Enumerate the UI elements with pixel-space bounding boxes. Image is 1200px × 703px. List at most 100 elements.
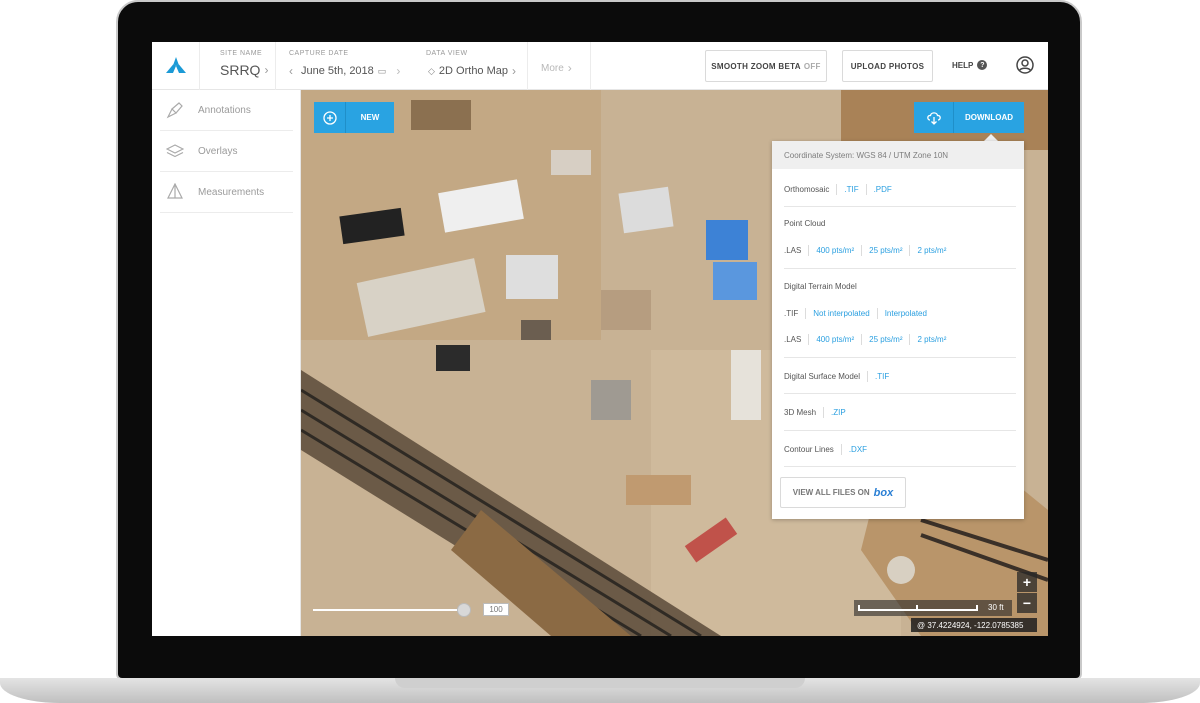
contours-row: Contour Lines .DXF — [784, 444, 867, 455]
orthomosaic-label: Orthomosaic — [784, 185, 830, 194]
download-link-contours-dxf[interactable]: .DXF — [849, 445, 867, 454]
download-button[interactable]: DOWNLOAD — [914, 102, 1024, 133]
zoom-in-button[interactable]: + — [1017, 572, 1037, 592]
scale-tick — [916, 605, 918, 611]
capture-date-value: ‹ June 5th, 2018 ▭ › — [289, 64, 400, 78]
point-cloud-row: .LAS 400 pts/m² 25 pts/m² 2 pts/m² — [784, 245, 946, 256]
new-label: NEW — [360, 113, 380, 122]
download-link-dtm-interpolated[interactable]: Interpolated — [885, 309, 927, 318]
user-account-icon[interactable] — [1016, 56, 1034, 74]
box-logo: box — [873, 486, 894, 499]
sidebar-item-overlays[interactable]: Overlays — [160, 131, 293, 172]
divider — [861, 245, 863, 256]
divider — [784, 430, 1016, 431]
site-name-value: SRRQ › — [220, 62, 268, 78]
divider — [865, 184, 867, 195]
download-link-dtm-las-400[interactable]: 400 pts/m² — [816, 335, 854, 344]
scale-tick — [976, 605, 978, 611]
more-value: More › — [541, 61, 572, 75]
divider — [861, 334, 863, 345]
download-link-las-25[interactable]: 25 pts/m² — [869, 246, 902, 255]
opacity-value[interactable]: 100 — [483, 603, 509, 616]
map-view[interactable]: NEW DOWNLOAD Coordinate System: WGS 84 /… — [301, 90, 1048, 636]
download-link-dtm-las-2[interactable]: 2 pts/m² — [917, 335, 946, 344]
data-view-value: ◇ 2D Ortho Map › — [428, 64, 516, 78]
divider — [876, 308, 878, 319]
help-button[interactable]: HELP ? — [952, 60, 988, 70]
smooth-zoom-state: OFF — [803, 61, 821, 71]
data-view-selector[interactable]: DATA VIEW ◇ 2D Ortho Map › — [426, 42, 526, 90]
capture-date-selector[interactable]: CAPTURE DATE ‹ June 5th, 2018 ▭ › — [289, 42, 409, 90]
divider — [527, 42, 528, 90]
more-label: More — [541, 62, 564, 74]
view-all-files-box-button[interactable]: VIEW ALL FILES ON box — [780, 477, 906, 508]
chevron-left-icon[interactable]: ‹ — [289, 64, 293, 78]
app-logo[interactable] — [152, 42, 200, 90]
download-link-dtm-las-25[interactable]: 25 pts/m² — [869, 335, 902, 344]
orthomosaic-row: Orthomosaic .TIF .PDF — [784, 184, 892, 195]
opacity-slider-track[interactable] — [313, 609, 465, 611]
download-link-pdf[interactable]: .PDF — [874, 185, 892, 194]
mesh-row: 3D Mesh .ZIP — [784, 407, 846, 418]
download-link-dtm-not-interpolated[interactable]: Not interpolated — [813, 309, 869, 318]
help-label: HELP — [952, 60, 974, 70]
laptop-notch — [395, 678, 805, 688]
data-view-label: DATA VIEW — [426, 50, 468, 57]
divider — [805, 308, 807, 319]
site-name: SRRQ — [220, 62, 261, 78]
more-menu[interactable]: More › — [541, 42, 591, 90]
divider — [909, 334, 911, 345]
download-link-las-400[interactable]: 400 pts/m² — [816, 246, 854, 255]
divider — [275, 42, 276, 90]
download-link-mesh-zip[interactable]: .ZIP — [831, 408, 846, 417]
chevron-right-icon: › — [512, 64, 517, 78]
point-cloud-format: .LAS — [784, 246, 802, 255]
sidebar: Annotations Overlays Measurements — [152, 90, 301, 636]
download-panel-pointer — [984, 134, 998, 141]
dsm-row: Digital Surface Model .TIF — [784, 371, 889, 382]
cursor-coordinates: @ 37.4224924, -122.0785385 — [911, 618, 1037, 632]
dtm-las-row: .LAS 400 pts/m² 25 pts/m² 2 pts/m² — [784, 334, 946, 345]
sidebar-item-annotations[interactable]: Annotations — [160, 90, 293, 131]
capture-date: June 5th, 2018 — [301, 65, 374, 77]
dtm-tif-format: .TIF — [784, 309, 799, 318]
calendar-icon[interactable]: ▭ — [378, 66, 387, 77]
smooth-zoom-label: SMOOTH ZOOM BETA — [711, 61, 801, 71]
dtm-label: Digital Terrain Model — [784, 282, 857, 291]
site-name-label: SITE NAME — [220, 50, 263, 57]
annotation-icon — [166, 102, 183, 119]
measurement-icon — [167, 183, 183, 199]
site-name-selector[interactable]: SITE NAME SRRQ › — [220, 42, 280, 90]
diamond-icon: ◇ — [428, 65, 435, 76]
divider — [784, 268, 1016, 269]
opacity-slider-handle[interactable] — [457, 603, 471, 617]
cloud-download-icon — [914, 102, 954, 133]
chevron-right-icon: › — [567, 61, 572, 75]
capture-date-label: CAPTURE DATE — [289, 50, 349, 57]
divider — [784, 357, 1016, 358]
scale-label: 30 ft — [988, 603, 1004, 612]
app-screen: SITE NAME SRRQ › CAPTURE DATE ‹ June 5th… — [152, 42, 1048, 636]
download-link-tif[interactable]: .TIF — [844, 185, 858, 194]
upload-photos-button[interactable]: UPLOAD PHOTOS — [842, 50, 933, 82]
sidebar-item-measurements[interactable]: Measurements — [160, 172, 293, 213]
new-annotation-button[interactable]: NEW — [314, 102, 394, 133]
layers-icon — [166, 144, 184, 158]
divider — [784, 393, 1016, 394]
download-label: DOWNLOAD — [965, 113, 1013, 122]
divider — [808, 334, 810, 345]
download-link-las-2[interactable]: 2 pts/m² — [917, 246, 946, 255]
zoom-out-button[interactable]: − — [1017, 593, 1037, 613]
download-link-dsm-tif[interactable]: .TIF — [875, 372, 889, 381]
contours-label: Contour Lines — [784, 445, 834, 454]
dsm-label: Digital Surface Model — [784, 372, 861, 381]
scale-line — [858, 609, 978, 611]
smooth-zoom-toggle[interactable]: SMOOTH ZOOM BETA OFF — [705, 50, 827, 82]
top-bar: SITE NAME SRRQ › CAPTURE DATE ‹ June 5th… — [152, 42, 1048, 90]
divider — [836, 184, 838, 195]
sidebar-item-label: Overlays — [198, 145, 238, 157]
point-cloud-label: Point Cloud — [784, 219, 826, 228]
divider — [823, 407, 825, 418]
chevron-right-icon[interactable]: › — [396, 64, 400, 78]
sidebar-item-label: Annotations — [198, 104, 251, 116]
